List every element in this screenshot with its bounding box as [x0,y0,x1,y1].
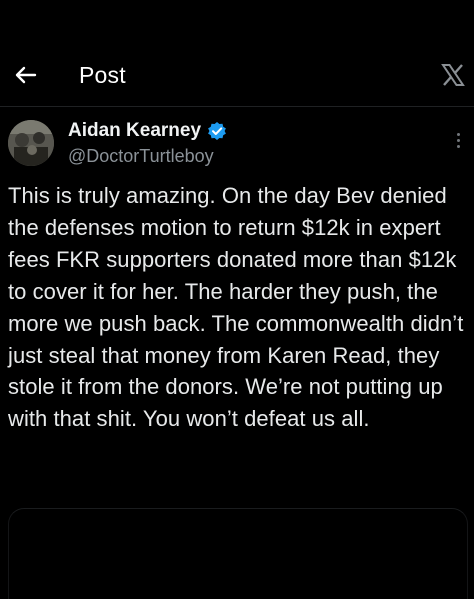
post-text: This is truly amazing. On the day Bev de… [8,183,464,432]
more-dot-icon [456,138,460,142]
more-dot-icon [456,144,460,148]
more-options-button[interactable] [450,128,466,152]
header-divider [0,106,474,107]
author-name-row[interactable]: Aidan Kearney [68,119,227,143]
more-dot-icon [456,132,460,136]
verified-badge-icon [207,121,227,141]
page-title: Post [79,62,126,88]
avatar[interactable] [8,120,54,166]
author-handle[interactable]: @DoctorTurtleboy [68,145,214,167]
arrow-left-icon [15,66,37,84]
author-name[interactable]: Aidan Kearney [68,119,201,143]
top-bar: Post [0,0,474,106]
x-logo-icon [436,60,470,90]
quoted-card[interactable] [8,508,468,599]
back-button[interactable] [10,60,42,90]
